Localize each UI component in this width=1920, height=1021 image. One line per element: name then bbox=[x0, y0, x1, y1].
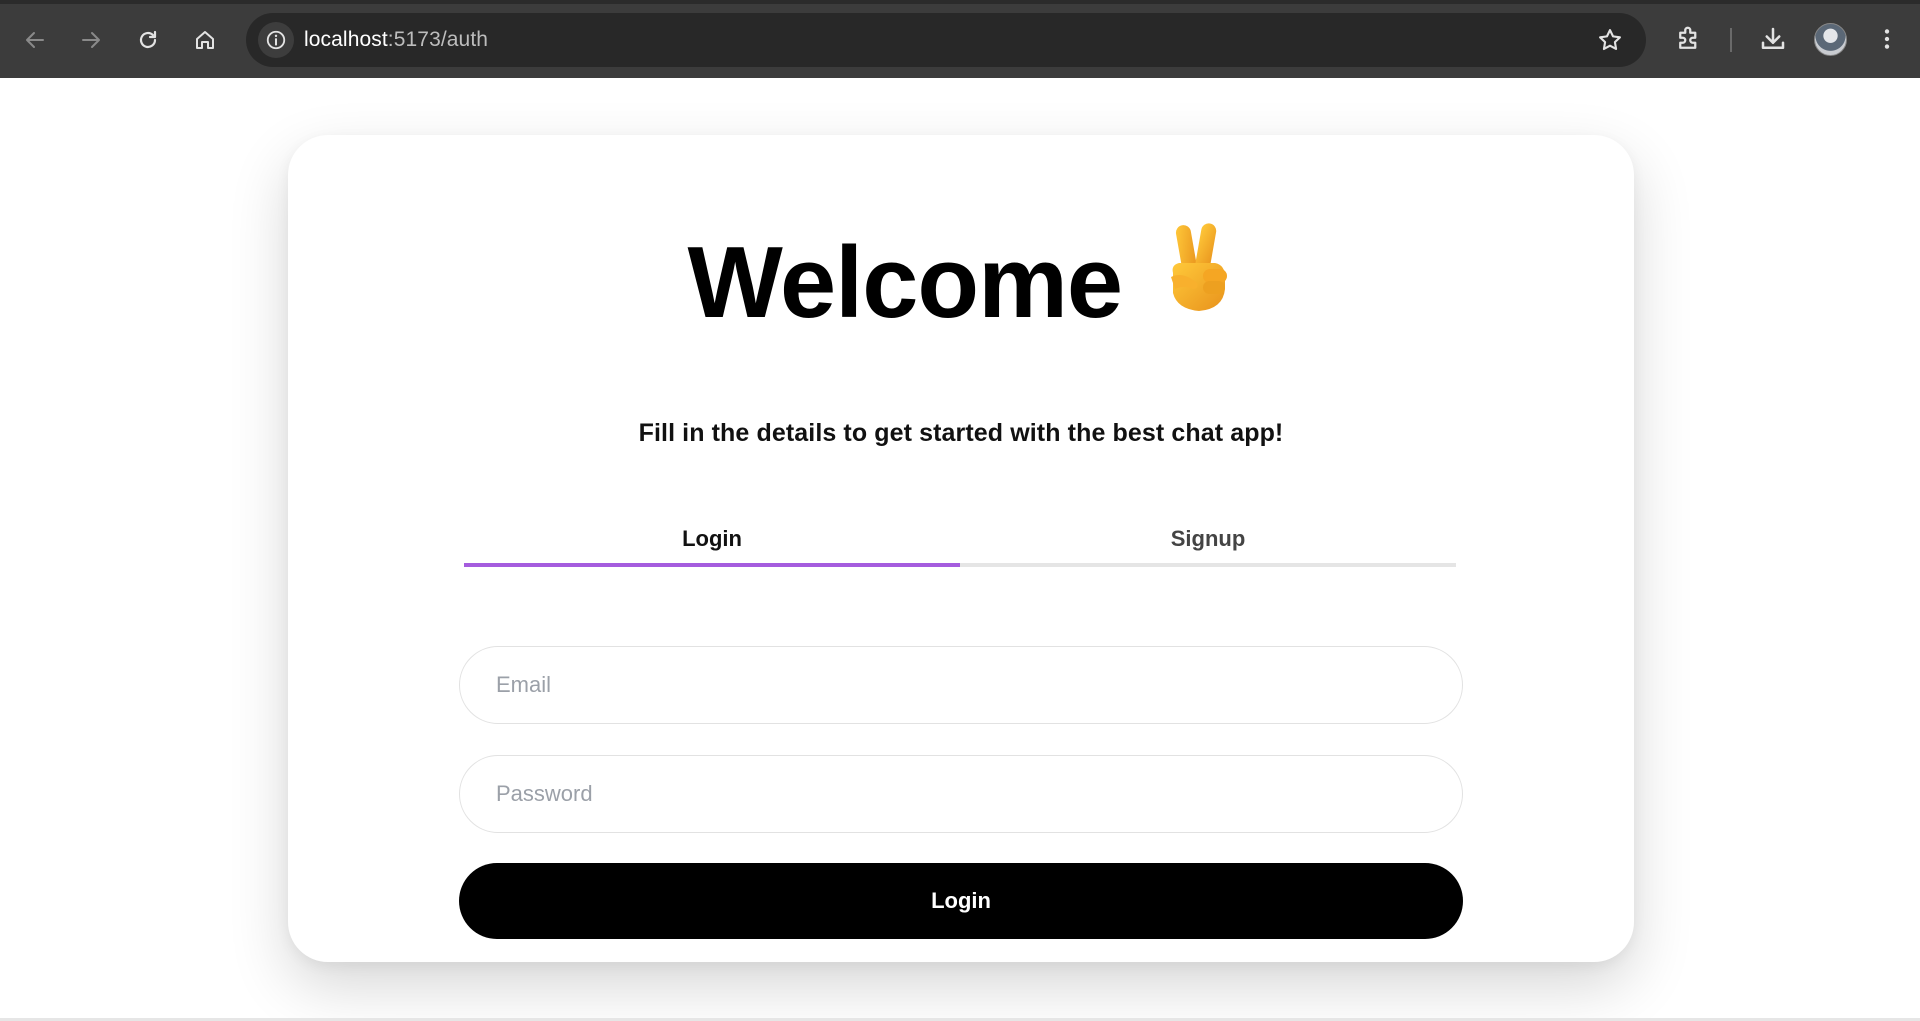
site-info-icon bbox=[266, 30, 286, 50]
email-field[interactable] bbox=[459, 646, 1463, 724]
browser-toolbar: localhost:5173/auth bbox=[0, 0, 1920, 78]
url-path: :5173/auth bbox=[387, 28, 489, 51]
title-row: Welcome bbox=[288, 223, 1634, 343]
password-field[interactable] bbox=[459, 755, 1463, 833]
site-info-button[interactable] bbox=[258, 22, 294, 58]
forward-button[interactable] bbox=[71, 20, 111, 60]
url-text[interactable]: localhost:5173/auth bbox=[304, 28, 488, 52]
extensions-icon bbox=[1679, 26, 1697, 49]
page-title: Welcome bbox=[687, 227, 1123, 339]
tab-signup[interactable]: Signup bbox=[960, 515, 1456, 567]
download-icon bbox=[1761, 27, 1785, 49]
profile-avatar[interactable] bbox=[1814, 23, 1847, 56]
back-icon bbox=[26, 32, 44, 48]
home-icon bbox=[196, 31, 214, 49]
page-viewport: Welcome Fill in the details to get start… bbox=[0, 78, 1920, 1019]
tab-strip-edge bbox=[0, 0, 1920, 4]
bookmark-star-icon[interactable] bbox=[1596, 26, 1624, 54]
menu-button[interactable] bbox=[1870, 22, 1904, 56]
auth-card: Welcome Fill in the details to get start… bbox=[288, 135, 1634, 962]
back-button[interactable] bbox=[15, 20, 55, 60]
auth-tabs: Login Signup bbox=[464, 515, 1456, 567]
address-bar[interactable]: localhost:5173/auth bbox=[246, 13, 1646, 67]
victory-hand-icon bbox=[1170, 223, 1227, 311]
extensions-button[interactable] bbox=[1672, 22, 1706, 56]
forward-icon bbox=[82, 32, 100, 48]
url-host: localhost bbox=[304, 28, 388, 51]
toolbar-separator bbox=[1730, 28, 1732, 52]
page-subtitle: Fill in the details to get started with … bbox=[638, 419, 1284, 447]
tab-login[interactable]: Login bbox=[464, 515, 960, 567]
reload-button[interactable] bbox=[128, 20, 168, 60]
download-button[interactable] bbox=[1756, 22, 1790, 56]
menu-icon bbox=[1884, 29, 1890, 49]
reload-icon bbox=[139, 30, 157, 49]
login-button[interactable]: Login bbox=[459, 863, 1463, 939]
home-button[interactable] bbox=[185, 20, 225, 60]
